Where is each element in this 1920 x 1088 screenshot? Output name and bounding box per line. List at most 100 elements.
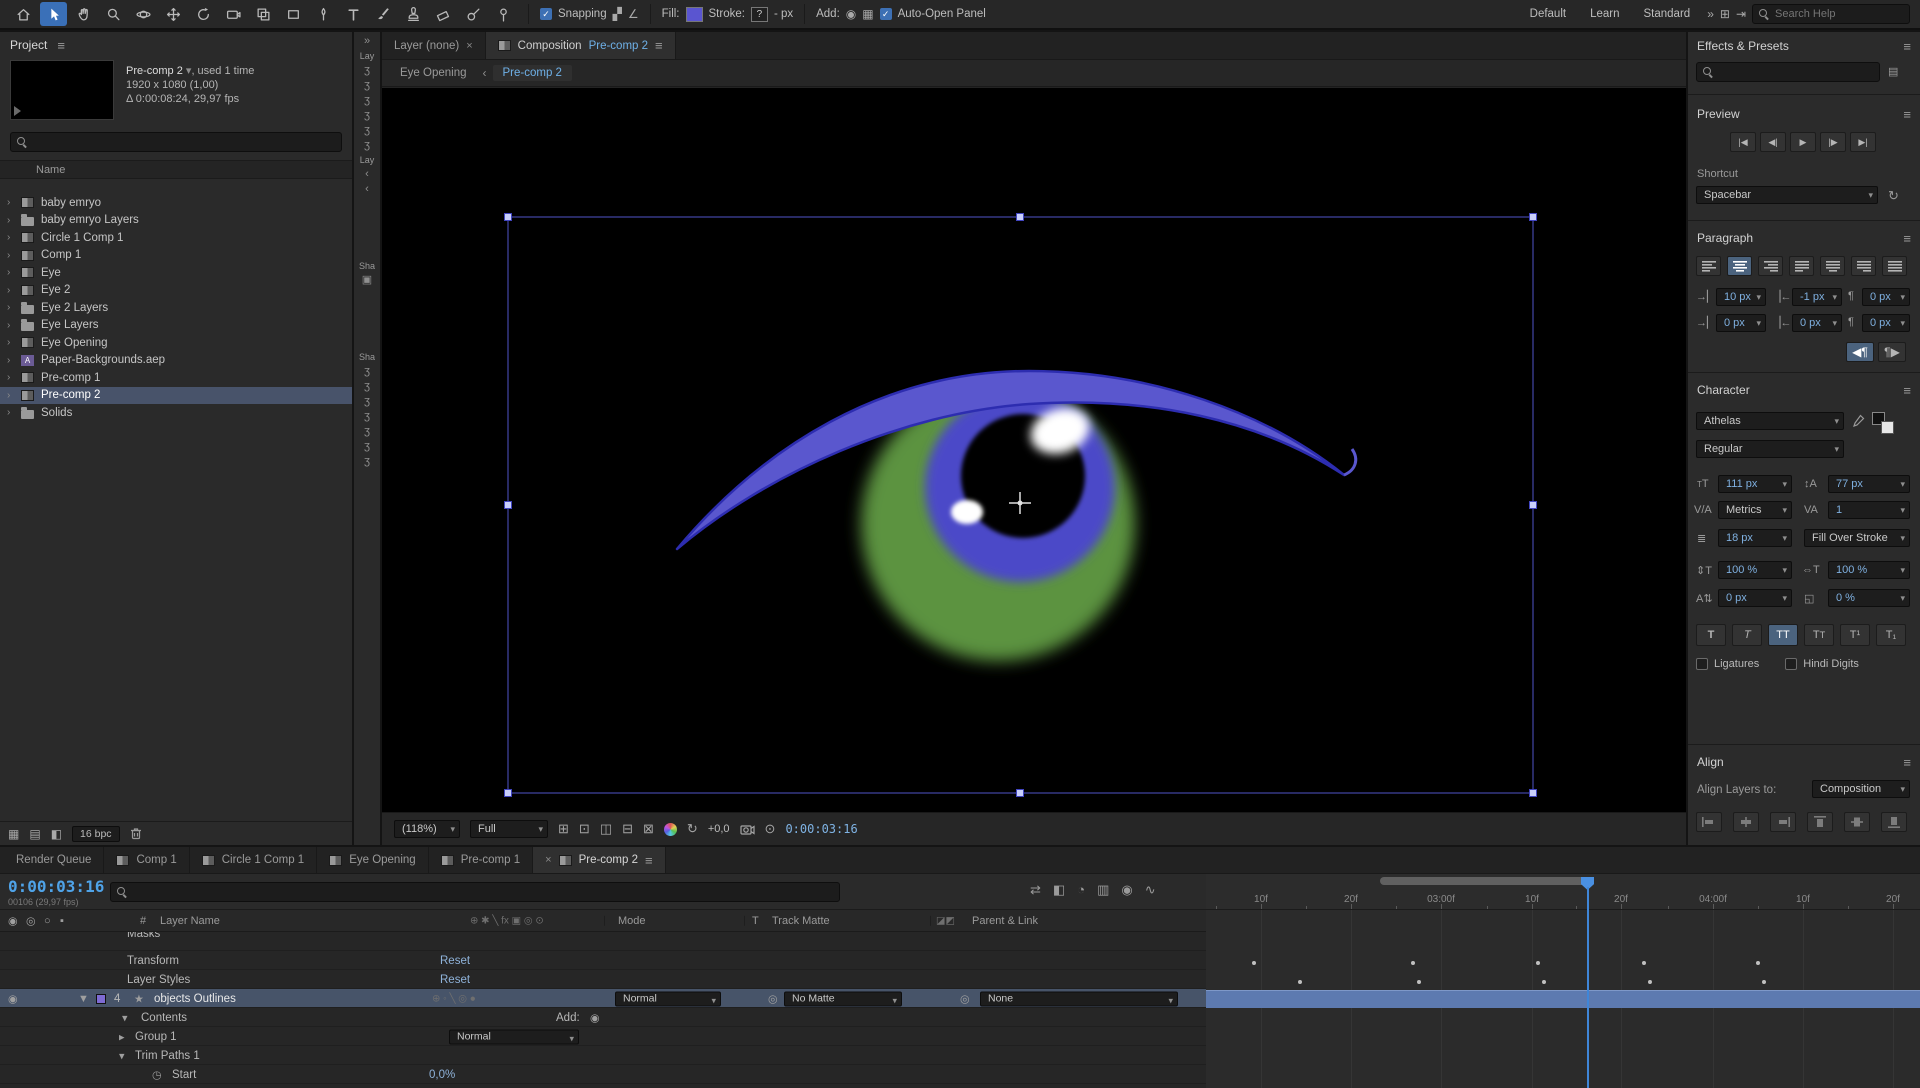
workspace-standard[interactable]: Standard bbox=[1633, 8, 1702, 20]
next-frame-button[interactable]: |▶ bbox=[1820, 132, 1846, 152]
layer-switches-icons[interactable]: ⊕ ◦ ╲ ◎ ● bbox=[432, 993, 476, 1004]
project-item-pre-comp-2[interactable]: ›Pre-comp 2 bbox=[0, 387, 352, 405]
selection-box[interactable] bbox=[505, 214, 1537, 797]
panel-dock-icon[interactable]: ⇥ bbox=[1736, 7, 1746, 21]
exposure-value[interactable]: +0,0 bbox=[708, 823, 730, 835]
nav-comp-pre-comp-2[interactable]: Pre-comp 2 bbox=[493, 65, 572, 81]
close-icon[interactable]: × bbox=[545, 854, 551, 866]
collapsed-panel-icon[interactable]: ʒ bbox=[364, 381, 370, 392]
project-item-paper-backgrounds-aep[interactable]: ›APaper-Backgrounds.aep bbox=[0, 352, 352, 370]
tab-layer-viewer[interactable]: Layer (none) × bbox=[382, 32, 486, 59]
tab-composition-viewer[interactable]: Composition Pre-comp 2 ≡ bbox=[486, 32, 676, 59]
composition-canvas[interactable] bbox=[382, 88, 1686, 812]
group-label[interactable]: Contents bbox=[141, 1012, 187, 1024]
align-layers-h-center-button[interactable] bbox=[1733, 812, 1759, 832]
keyframe-dot[interactable] bbox=[1642, 961, 1646, 965]
project-item-pre-comp-1[interactable]: ›Pre-comp 1 bbox=[0, 369, 352, 387]
type-tool-button[interactable] bbox=[340, 2, 367, 26]
snapshot-camera-icon[interactable] bbox=[740, 823, 755, 835]
previous-frame-button[interactable]: ◀| bbox=[1760, 132, 1786, 152]
add-shape-icon[interactable]: ◉ bbox=[846, 7, 856, 21]
justify-last-left-button[interactable] bbox=[1789, 256, 1814, 276]
color-management-icon[interactable] bbox=[664, 823, 677, 836]
parent-pickwhip-icon[interactable]: ◎ bbox=[960, 992, 970, 1005]
reset-link[interactable]: Reset bbox=[440, 955, 470, 967]
viewer-timecode[interactable]: 0:00:03:16 bbox=[785, 822, 857, 836]
expand-panel-icon[interactable]: » bbox=[364, 36, 370, 47]
shortcut-select[interactable]: Spacebar bbox=[1696, 186, 1878, 204]
pan-behind-tool-button[interactable] bbox=[250, 2, 277, 26]
add-shape-icon[interactable]: ◉ bbox=[590, 1011, 600, 1024]
close-icon[interactable]: × bbox=[466, 40, 472, 52]
faux-bold-toggle[interactable]: T bbox=[1696, 624, 1726, 646]
keyframe-dot[interactable] bbox=[1762, 980, 1766, 984]
panel-menu-icon[interactable]: ≡ bbox=[1903, 231, 1911, 246]
align-layers-left-button[interactable] bbox=[1696, 812, 1722, 832]
roto-brush-tool-button[interactable] bbox=[460, 2, 487, 26]
twirl-icon[interactable]: › bbox=[7, 390, 14, 401]
motion-blur-icon[interactable]: ◉ bbox=[1121, 882, 1132, 898]
track-matte-select[interactable]: No Matte bbox=[784, 991, 902, 1006]
eyedropper-icon[interactable] bbox=[1852, 414, 1865, 428]
stroke-width-field[interactable]: 18 px bbox=[1718, 529, 1792, 547]
subscript-toggle[interactable]: T₁ bbox=[1876, 624, 1906, 646]
property-label[interactable]: Masks bbox=[127, 932, 160, 940]
twirl-icon[interactable]: › bbox=[7, 285, 14, 296]
collapsed-panel-icon[interactable]: ʒ bbox=[364, 125, 370, 136]
timeline-graph-area[interactable] bbox=[1206, 910, 1920, 1088]
layer-name[interactable]: objects Outlines bbox=[154, 993, 236, 1005]
collapsed-panel-label[interactable]: Sha bbox=[359, 352, 375, 362]
project-bit-depth[interactable]: 16 bpc bbox=[72, 826, 120, 842]
space-before-field[interactable]: 0 px bbox=[1862, 288, 1910, 306]
timeline-row-trim-paths-1[interactable]: ▾Trim Paths 1 bbox=[0, 1046, 1206, 1065]
hindi-digits-checkbox[interactable] bbox=[1785, 658, 1797, 670]
timeline-row-objects-outlines[interactable]: ◉▼4★objects Outlines⊕ ◦ ╲ ◎ ●Normal◎No M… bbox=[0, 989, 1206, 1008]
collapsed-panel-icon[interactable]: ʒ bbox=[364, 411, 370, 422]
name-column-header[interactable]: Name bbox=[36, 164, 65, 176]
text-stroke-swatch[interactable] bbox=[1881, 421, 1894, 434]
workspace-learn[interactable]: Learn bbox=[1579, 8, 1630, 20]
workspace-overflow-icon[interactable]: » bbox=[1707, 7, 1714, 21]
keyframe-dot[interactable] bbox=[1298, 980, 1302, 984]
mini-flowchart-icon[interactable]: ⇄ bbox=[1030, 882, 1041, 898]
project-item-eye-2[interactable]: ›Eye 2 bbox=[0, 282, 352, 300]
parent-link-select[interactable]: None bbox=[980, 991, 1178, 1006]
project-item-eye-layers[interactable]: ›Eye Layers bbox=[0, 317, 352, 335]
timeline-tab-pre-comp-1[interactable]: Pre-comp 1 bbox=[429, 847, 533, 873]
leading-field[interactable]: 77 px bbox=[1828, 475, 1910, 493]
align-layers-top-button[interactable] bbox=[1807, 812, 1833, 832]
collapsed-panel-icon[interactable]: ʒ bbox=[364, 95, 370, 106]
collapsed-panel-icon[interactable]: ʒ bbox=[364, 441, 370, 452]
faux-italic-toggle[interactable]: T bbox=[1732, 624, 1762, 646]
property-label[interactable]: Transform bbox=[127, 955, 179, 967]
collapsed-panel-icon[interactable]: ʒ bbox=[364, 366, 370, 377]
keyframe-dot[interactable] bbox=[1411, 961, 1415, 965]
keyframe-dot[interactable] bbox=[1536, 961, 1540, 965]
project-item-eye[interactable]: ›Eye bbox=[0, 264, 352, 282]
font-size-field[interactable]: 111 px bbox=[1718, 475, 1792, 493]
twirl-icon[interactable]: ▾ bbox=[122, 1011, 128, 1024]
twirl-icon[interactable]: › bbox=[7, 407, 14, 418]
rotation-tool-button[interactable] bbox=[190, 2, 217, 26]
timeline-row-start[interactable]: ◷Start0,0% bbox=[0, 1065, 1206, 1084]
horizontal-scale-field[interactable]: 100 % bbox=[1828, 561, 1910, 579]
timeline-row-masks[interactable]: Masks bbox=[0, 932, 1206, 951]
track-matte-pickwhip-icon[interactable]: ◎ bbox=[768, 992, 778, 1005]
keyframe-dot[interactable] bbox=[1648, 980, 1652, 984]
draft-3d-icon[interactable]: ◧ bbox=[1053, 882, 1065, 898]
group-label[interactable]: Group 1 bbox=[135, 1031, 177, 1043]
font-family-select[interactable]: Athelas bbox=[1696, 412, 1844, 430]
blend-mode-select[interactable]: Normal bbox=[615, 991, 721, 1006]
align-center-button[interactable] bbox=[1727, 256, 1752, 276]
workspace-default[interactable]: Default bbox=[1519, 8, 1577, 20]
twirl-icon[interactable]: › bbox=[7, 197, 14, 208]
twirl-icon[interactable]: ▸ bbox=[119, 1030, 125, 1043]
align-left-button[interactable] bbox=[1696, 256, 1721, 276]
baseline-shift-field[interactable]: 0 px bbox=[1718, 589, 1792, 607]
superscript-toggle[interactable]: T¹ bbox=[1840, 624, 1870, 646]
space-after-field[interactable]: 0 px bbox=[1792, 314, 1842, 332]
stroke-mode-select[interactable]: Fill Over Stroke bbox=[1804, 529, 1910, 547]
time-ruler[interactable]: 10f20f03:00f10f20f04:00f10f20f bbox=[1206, 874, 1920, 909]
twirl-icon[interactable]: › bbox=[7, 320, 14, 331]
puppet-pin-tool-button[interactable] bbox=[490, 2, 517, 26]
